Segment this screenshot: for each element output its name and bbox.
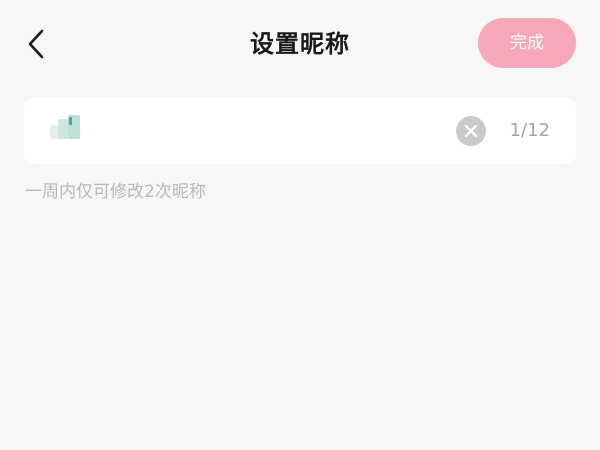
done-button[interactable]: 完成: [478, 18, 576, 68]
top-bar: 设置昵称 完成: [0, 0, 600, 86]
char-counter: 1/12: [509, 120, 550, 141]
nickname-input-card: 1/12: [24, 98, 576, 164]
nickname-input[interactable]: [44, 109, 424, 153]
hint-text: 一周内仅可修改2次昵称: [25, 182, 206, 202]
clear-circle-icon: [464, 124, 478, 138]
clear-button[interactable]: [456, 116, 486, 146]
